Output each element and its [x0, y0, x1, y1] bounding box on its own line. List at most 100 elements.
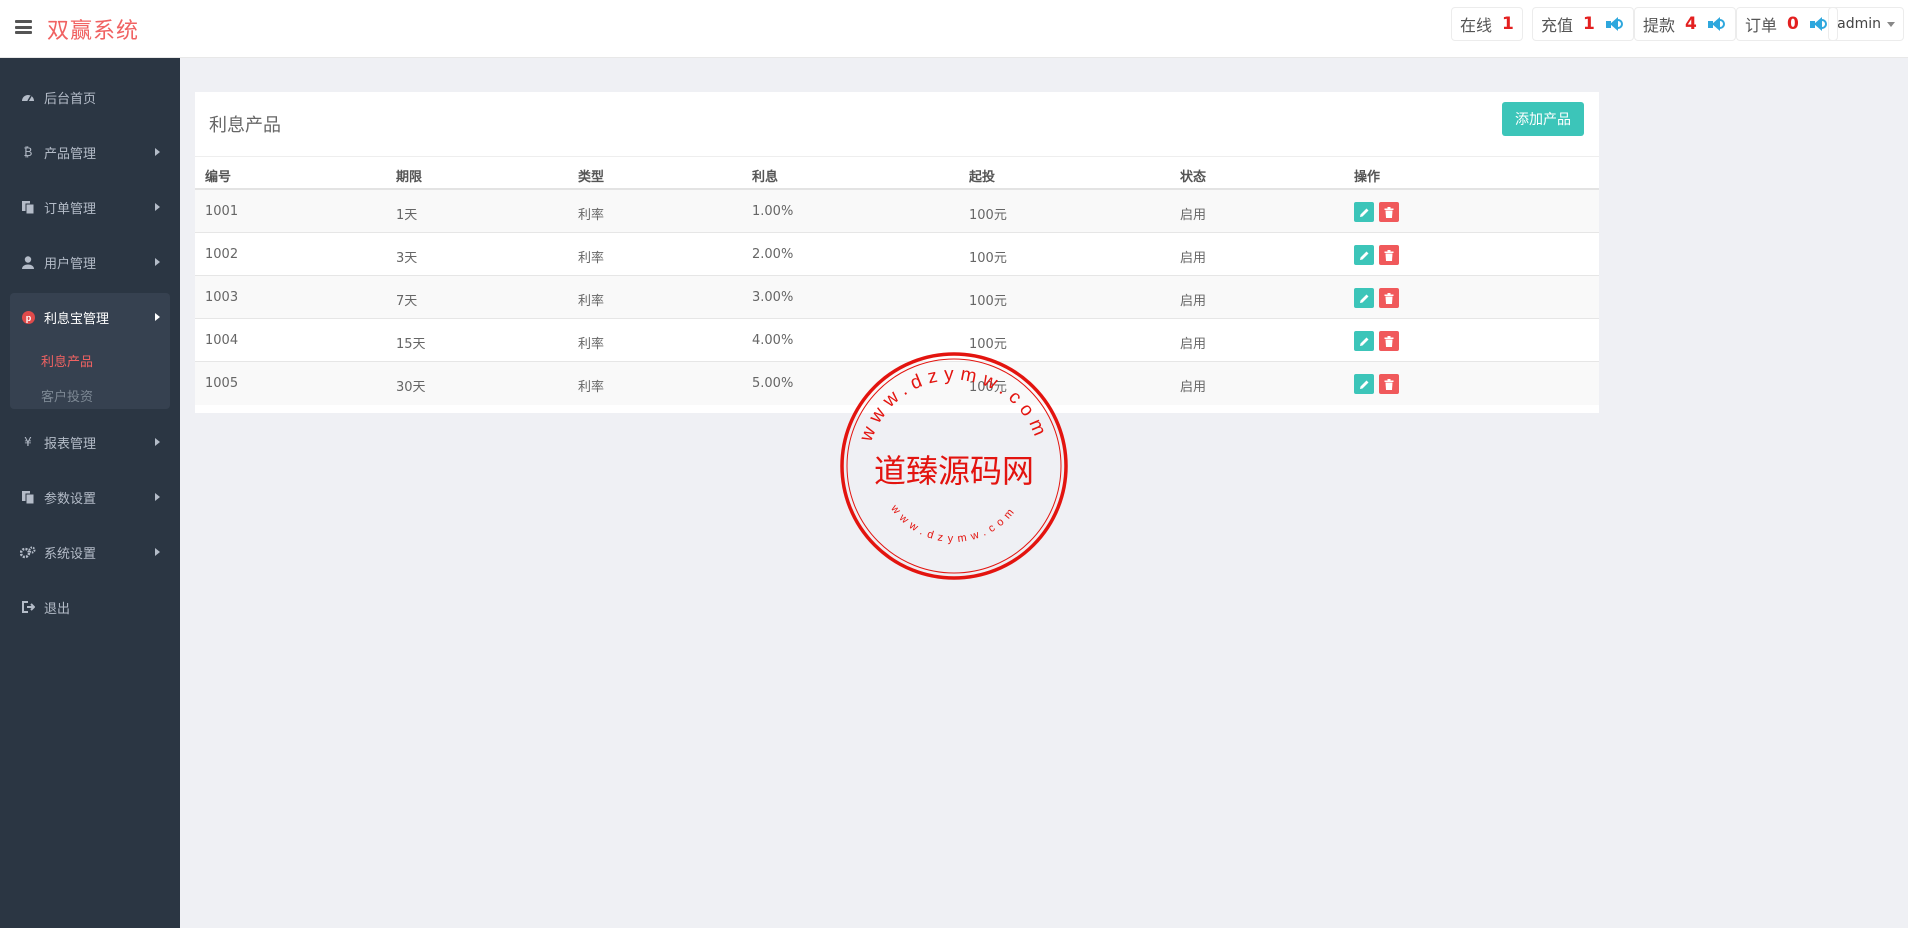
page-title: 利息产品	[209, 115, 281, 136]
username: admin	[1837, 16, 1881, 32]
pencil-icon	[1359, 208, 1368, 217]
sidebar-item-system[interactable]: 系统设置	[0, 531, 180, 573]
table-header: 编号 期限 类型 利息 起投 状态 操作	[195, 156, 1599, 190]
online-label: 在线	[1460, 16, 1493, 35]
cell-min-invest: 100元	[969, 294, 1007, 309]
cell-type: 利率	[578, 294, 605, 309]
cell-type: 利率	[578, 380, 605, 395]
cell-interest: 5.00%	[752, 376, 794, 391]
user-icon	[20, 255, 36, 269]
online-stat[interactable]: 在线 1	[1451, 7, 1523, 41]
sidebar-item-reports[interactable]: ¥ 报表管理	[0, 421, 180, 463]
copy-icon	[20, 490, 36, 504]
recharge-label: 充值	[1541, 16, 1574, 35]
pencil-icon	[1359, 251, 1368, 260]
add-product-button[interactable]: 添加产品	[1502, 102, 1584, 136]
chevron-right-icon	[155, 438, 160, 446]
chevron-right-icon	[155, 203, 160, 211]
order-stat[interactable]: 订单 0	[1736, 7, 1838, 41]
watermark-bottom-ring: www.dzymw.com	[888, 502, 1020, 545]
chevron-right-icon	[155, 258, 160, 266]
sidebar-item-params[interactable]: 参数设置	[0, 476, 180, 518]
trash-icon	[1384, 292, 1394, 304]
delete-button[interactable]	[1379, 202, 1399, 222]
svg-text:p: p	[25, 313, 31, 323]
cell-interest: 2.00%	[752, 247, 794, 262]
cell-interest: 4.00%	[752, 333, 794, 348]
delete-button[interactable]	[1379, 288, 1399, 308]
cell-type: 利率	[578, 251, 605, 266]
edit-button[interactable]	[1354, 245, 1374, 265]
cell-min-invest: 100元	[969, 208, 1007, 223]
sidebar-item-label: 退出	[44, 601, 71, 617]
chevron-right-icon	[155, 493, 160, 501]
speaker-icon[interactable]	[1707, 16, 1727, 32]
edit-button[interactable]	[1354, 374, 1374, 394]
sidebar-item-label: 报表管理	[44, 436, 97, 452]
table-row: 1004 15天 利率 4.00% 100元 启用	[195, 319, 1599, 362]
recharge-stat[interactable]: 充值 1	[1532, 7, 1634, 41]
withdraw-stat[interactable]: 提款 4	[1634, 7, 1736, 41]
column-header: 起投	[969, 170, 996, 185]
subitem-interest-products[interactable]: 利息产品	[41, 351, 93, 370]
sign-out-icon	[20, 600, 36, 614]
delete-button[interactable]	[1379, 245, 1399, 265]
sidebar-item-label: 参数设置	[44, 491, 97, 507]
edit-button[interactable]	[1354, 202, 1374, 222]
cell-status: 启用	[1180, 380, 1207, 395]
sidebar-item-label: 系统设置	[44, 546, 97, 562]
cell-min-invest: 100元	[969, 380, 1007, 395]
menu-toggle-icon[interactable]	[15, 20, 32, 34]
chevron-right-icon	[155, 148, 160, 156]
sidebar-item-label: 订单管理	[44, 201, 97, 217]
sidebar-item-label: 后台首页	[44, 91, 97, 107]
cell-term: 30天	[396, 380, 426, 395]
sidebar: 后台首页 ₿ 产品管理 订单管理 用户管理 p 利息宝管理 利息产品 客户投资 …	[0, 58, 180, 928]
cell-term: 7天	[396, 294, 418, 309]
copy-icon	[20, 200, 36, 214]
speaker-icon[interactable]	[1809, 16, 1829, 32]
speaker-icon[interactable]	[1605, 16, 1625, 32]
sidebar-item-users[interactable]: 用户管理	[0, 241, 180, 283]
interest-products-panel: 利息产品 添加产品 编号 期限 类型 利息 起投 状态 操作 1001 1天 利…	[195, 92, 1599, 413]
products-table: 编号 期限 类型 利息 起投 状态 操作 1001 1天 利率 1.00% 10…	[195, 156, 1599, 405]
withdraw-label: 提款	[1643, 16, 1676, 35]
sidebar-item-orders[interactable]: 订单管理	[0, 186, 180, 228]
cell-id: 1003	[205, 290, 239, 305]
delete-button[interactable]	[1379, 374, 1399, 394]
sidebar-item-products[interactable]: ₿ 产品管理	[0, 131, 180, 173]
cell-id: 1002	[205, 247, 239, 262]
pencil-icon	[1359, 294, 1368, 303]
subitem-customer-investments[interactable]: 客户投资	[41, 386, 93, 405]
sidebar-item-label: 用户管理	[44, 256, 97, 272]
user-menu[interactable]: admin	[1828, 7, 1904, 41]
cell-interest: 1.00%	[752, 204, 794, 219]
watermark-main-text: 道臻源码网	[874, 452, 1034, 490]
sidebar-item-logout[interactable]: 退出	[0, 586, 180, 628]
sidebar-item-dashboard[interactable]: 后台首页	[0, 76, 180, 118]
delete-button[interactable]	[1379, 331, 1399, 351]
cell-min-invest: 100元	[969, 337, 1007, 352]
cell-interest: 3.00%	[752, 290, 794, 305]
order-label: 订单	[1745, 16, 1778, 35]
edit-button[interactable]	[1354, 331, 1374, 351]
trash-icon	[1384, 378, 1394, 390]
dashboard-icon	[20, 90, 36, 104]
cell-status: 启用	[1180, 294, 1207, 309]
cell-id: 1001	[205, 204, 239, 219]
cell-min-invest: 100元	[969, 251, 1007, 266]
cell-term: 1天	[396, 208, 418, 223]
sidebar-item-label: 利息宝管理	[44, 311, 110, 327]
chevron-right-icon	[155, 313, 160, 321]
table-row: 1005 30天 利率 5.00% 100元 启用	[195, 362, 1599, 405]
sidebar-item-label: 产品管理	[44, 146, 97, 162]
cell-term: 3天	[396, 251, 418, 266]
chevron-right-icon	[155, 548, 160, 556]
sidebar-item-interest[interactable]: p 利息宝管理	[0, 296, 180, 338]
top-header: 双赢系统 在线 1 充值 1 提款 4 订单 0 admin	[0, 0, 1908, 58]
edit-button[interactable]	[1354, 288, 1374, 308]
column-header: 编号	[205, 170, 232, 185]
pencil-icon	[1359, 380, 1368, 389]
order-count: 0	[1787, 14, 1799, 34]
recharge-count: 1	[1583, 14, 1595, 34]
